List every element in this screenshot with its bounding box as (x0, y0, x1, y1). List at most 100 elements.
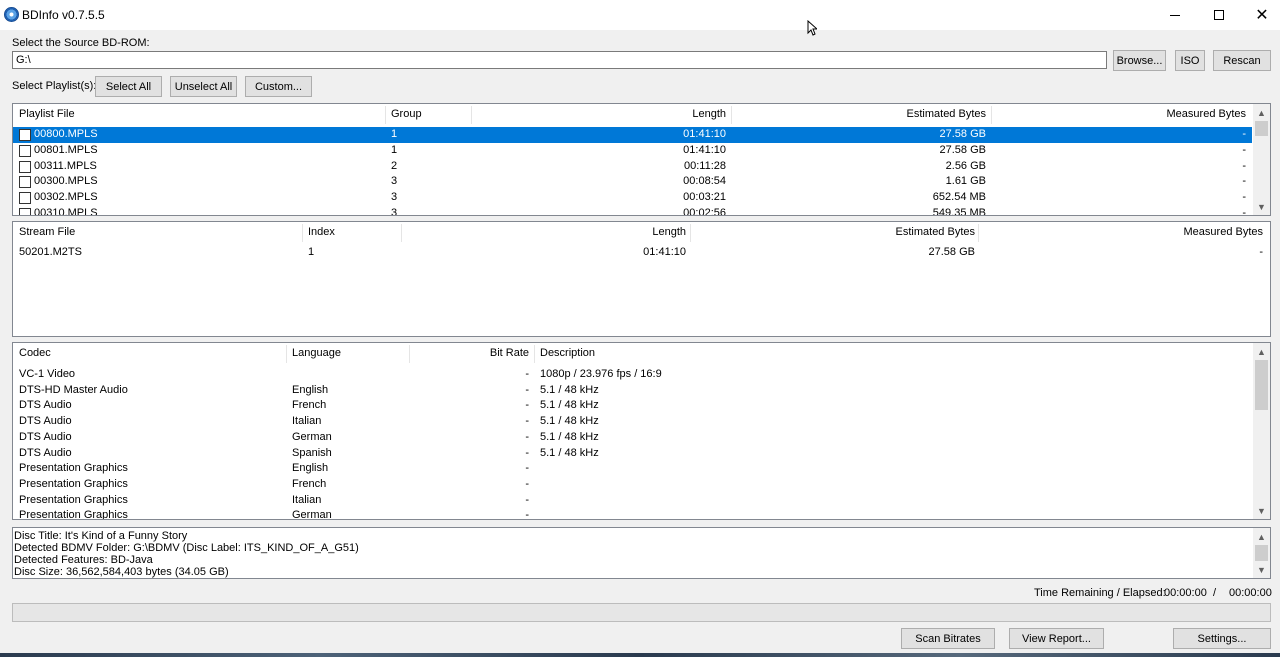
playlist-checkbox[interactable] (19, 208, 31, 215)
close-button[interactable]: ✕ (1239, 0, 1280, 30)
desktop-strip (0, 653, 1280, 657)
col-length[interactable]: Length (403, 226, 686, 238)
col-group[interactable]: Group (391, 108, 422, 120)
codec-bit-rate: - (525, 493, 529, 506)
playlist-file: 00800.MPLS (34, 128, 98, 140)
playlist-estimated-bytes: 2.56 GB (945, 159, 986, 172)
codec-bit-rate: - (525, 509, 529, 520)
codec-row[interactable]: Presentation Graphics German - (13, 508, 1252, 520)
maximize-icon (1214, 10, 1224, 20)
playlist-row[interactable]: 00310.MPLS 3 00:02:56 549.35 MB - (13, 206, 1252, 216)
scroll-down-icon[interactable]: ▼ (1253, 561, 1270, 578)
col-estimated-bytes[interactable]: Estimated Bytes (733, 108, 986, 120)
playlist-row[interactable]: 00800.MPLS 1 01:41:10 27.58 GB - (13, 127, 1252, 143)
codec-row[interactable]: DTS Audio Spanish -5.1 / 48 kHz (13, 446, 1252, 462)
stream-list[interactable]: Stream File Index Length Estimated Bytes… (12, 221, 1271, 337)
playlist-measured-bytes: - (1242, 207, 1246, 216)
scroll-down-icon[interactable]: ▼ (1253, 502, 1270, 519)
playlist-row[interactable]: 00302.MPLS 3 00:03:21 652.54 MB - (13, 190, 1252, 206)
minimize-icon (1170, 14, 1180, 16)
col-length[interactable]: Length (483, 108, 726, 120)
playlist-row[interactable]: 00300.MPLS 3 00:08:54 1.61 GB - (13, 174, 1252, 190)
unselect-all-button[interactable]: Unselect All (170, 76, 237, 97)
playlist-scrollbar[interactable]: ▲ ▼ (1253, 104, 1270, 215)
col-measured-bytes[interactable]: Measured Bytes (993, 108, 1246, 120)
playlist-checkbox[interactable] (19, 129, 31, 141)
codec-row[interactable]: Presentation Graphics English - (13, 461, 1252, 477)
col-index[interactable]: Index (308, 226, 335, 238)
playlist-row[interactable]: 00801.MPLS 1 01:41:10 27.58 GB - (13, 143, 1252, 159)
codec-row[interactable]: Presentation Graphics Italian - (13, 493, 1252, 509)
codec-name: Presentation Graphics (19, 493, 128, 506)
codec-bit-rate: - (525, 462, 529, 475)
codec-row[interactable]: DTS Audio Italian -5.1 / 48 kHz (13, 414, 1252, 430)
playlist-group: 1 (391, 128, 398, 140)
scan-bitrates-button[interactable]: Scan Bitrates (901, 628, 995, 649)
playlist-measured-bytes: - (1242, 159, 1246, 172)
col-description[interactable]: Description (540, 347, 595, 359)
codec-list[interactable]: Codec Language Bit Rate Description VC-1… (12, 342, 1271, 520)
codec-row[interactable]: DTS Audio French -5.1 / 48 kHz (13, 398, 1252, 414)
codec-name: Presentation Graphics (19, 477, 128, 490)
col-stream-file[interactable]: Stream File (19, 226, 75, 238)
playlist-length: 01:41:10 (683, 143, 726, 156)
scroll-thumb[interactable] (1255, 360, 1268, 410)
playlist-file: 00311.MPLS (34, 159, 97, 172)
scroll-thumb[interactable] (1255, 121, 1268, 136)
playlist-file: 00310.MPLS (34, 207, 98, 216)
source-path-input[interactable]: G:\ (12, 51, 1107, 69)
scroll-up-icon[interactable]: ▲ (1253, 528, 1270, 545)
codec-language: French (292, 477, 327, 490)
codec-name: Presentation Graphics (19, 462, 128, 475)
time-label: Time Remaining / Elapsed: (1034, 587, 1166, 599)
col-playlist-file[interactable]: Playlist File (19, 108, 75, 120)
playlist-length: 00:11:28 (683, 159, 726, 172)
disc-info-textbox[interactable]: Disc Title: It's Kind of a Funny Story D… (12, 527, 1271, 579)
codec-row[interactable]: DTS Audio German -5.1 / 48 kHz (13, 430, 1252, 446)
playlist-checkbox[interactable] (19, 192, 31, 205)
iso-button[interactable]: ISO (1175, 50, 1205, 71)
col-measured-bytes[interactable]: Measured Bytes (980, 226, 1263, 238)
playlist-group: 3 (391, 191, 398, 204)
custom-button[interactable]: Custom... (245, 76, 312, 97)
col-codec[interactable]: Codec (19, 347, 51, 359)
codec-row[interactable]: VC-1 Video -1080p / 23.976 fps / 16:9 (13, 367, 1252, 383)
playlist-measured-bytes: - (1242, 128, 1246, 140)
playlist-measured-bytes: - (1242, 175, 1246, 188)
codec-name: DTS Audio (19, 446, 72, 459)
stream-row[interactable]: 50201.M2TS 1 01:41:10 27.58 GB - (13, 245, 1270, 261)
time-separator: / (1213, 587, 1217, 599)
col-bit-rate[interactable]: Bit Rate (411, 347, 529, 359)
codec-description: 5.1 / 48 kHz (540, 430, 599, 443)
codec-row[interactable]: DTS-HD Master Audio English -5.1 / 48 kHz (13, 383, 1252, 399)
playlist-checkbox[interactable] (19, 160, 31, 173)
view-report-button[interactable]: View Report... (1009, 628, 1104, 649)
disc-info-scrollbar[interactable]: ▲ ▼ (1253, 528, 1270, 578)
select-all-button[interactable]: Select All (95, 76, 162, 97)
col-language[interactable]: Language (292, 347, 341, 359)
playlist-length: 00:02:56 (683, 207, 726, 216)
codec-row[interactable]: Presentation Graphics French - (13, 477, 1252, 493)
settings-button[interactable]: Settings... (1173, 628, 1271, 649)
playlist-list[interactable]: Playlist File Group Length Estimated Byt… (12, 103, 1271, 216)
browse-button[interactable]: Browse... (1113, 50, 1166, 71)
scroll-down-icon[interactable]: ▼ (1253, 198, 1270, 215)
bdmv-folder-line: Detected BDMV Folder: G:\BDMV (Disc Labe… (14, 542, 359, 554)
col-estimated-bytes[interactable]: Estimated Bytes (692, 226, 975, 238)
scroll-thumb[interactable] (1255, 545, 1268, 561)
maximize-button[interactable] (1196, 0, 1242, 30)
codec-name: DTS Audio (19, 430, 72, 443)
scroll-up-icon[interactable]: ▲ (1253, 104, 1270, 121)
rescan-button[interactable]: Rescan (1213, 50, 1271, 71)
scroll-up-icon[interactable]: ▲ (1253, 343, 1270, 360)
select-playlists-label: Select Playlist(s): (12, 80, 97, 92)
minimize-button[interactable] (1152, 0, 1198, 30)
codec-bit-rate: - (525, 477, 529, 490)
features-line: Detected Features: BD-Java (14, 554, 153, 566)
playlist-row[interactable]: 00311.MPLS 2 00:11:28 2.56 GB - (13, 159, 1252, 175)
codec-scrollbar[interactable]: ▲ ▼ (1253, 343, 1270, 519)
playlist-checkbox[interactable] (19, 144, 31, 157)
playlist-length: 00:03:21 (683, 191, 726, 204)
playlist-estimated-bytes: 549.35 MB (932, 207, 986, 216)
playlist-checkbox[interactable] (19, 176, 31, 189)
